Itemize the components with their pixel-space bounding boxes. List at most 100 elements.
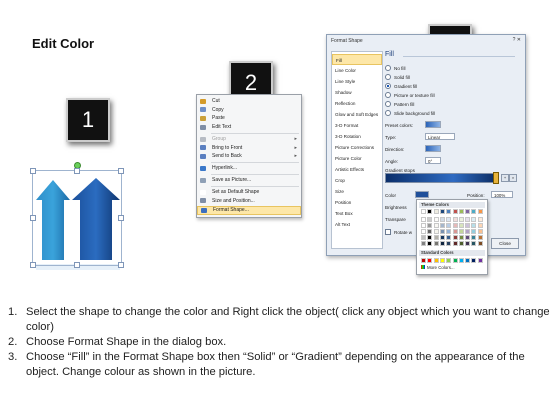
theme-color-swatch[interactable] xyxy=(458,223,464,228)
theme-color-swatch[interactable] xyxy=(452,209,458,214)
theme-color-swatch[interactable] xyxy=(439,223,445,228)
gradient-stop-handle[interactable] xyxy=(493,172,499,184)
theme-color-swatch[interactable] xyxy=(465,217,471,222)
resize-handle[interactable] xyxy=(74,168,80,174)
slide-background-fill-radio[interactable]: Slide background fill xyxy=(385,110,435,116)
theme-color-swatch[interactable] xyxy=(465,209,471,214)
position-input[interactable]: 100% xyxy=(491,191,513,198)
menu-item-paste[interactable]: Paste xyxy=(197,114,301,123)
theme-color-swatch[interactable] xyxy=(421,229,426,234)
resize-handle[interactable] xyxy=(30,215,36,221)
standard-color-swatch[interactable] xyxy=(421,258,426,263)
theme-color-swatch[interactable] xyxy=(452,217,458,222)
menu-item-size-position[interactable]: Size and Position... xyxy=(197,197,301,206)
menu-item-send-to-back[interactable]: Send to Back ▸ xyxy=(197,152,301,161)
theme-color-swatch[interactable] xyxy=(446,217,452,222)
theme-color-swatch[interactable] xyxy=(477,229,483,234)
standard-color-swatch[interactable] xyxy=(452,258,458,263)
pattern-fill-radio[interactable]: Pattern fill xyxy=(385,101,414,107)
theme-color-swatch[interactable] xyxy=(427,223,433,228)
solid-fill-radio[interactable]: Solid fill xyxy=(385,74,410,80)
theme-color-swatch[interactable] xyxy=(477,235,483,240)
standard-color-swatch[interactable] xyxy=(465,258,471,263)
category-size[interactable]: Size xyxy=(332,186,382,197)
resize-handle[interactable] xyxy=(30,262,36,268)
resize-handle[interactable] xyxy=(118,262,124,268)
theme-color-swatch[interactable] xyxy=(458,217,464,222)
theme-color-swatch[interactable] xyxy=(452,223,458,228)
color-picker-button[interactable] xyxy=(415,191,429,198)
remove-stop-icon[interactable]: × xyxy=(509,174,517,182)
theme-color-swatch[interactable] xyxy=(446,223,452,228)
theme-color-swatch[interactable] xyxy=(465,235,471,240)
more-colors-button[interactable]: More Colors... xyxy=(421,265,455,270)
menu-item-hyperlink[interactable]: Hyperlink... xyxy=(197,164,301,173)
theme-color-swatch[interactable] xyxy=(433,209,439,214)
theme-color-swatch[interactable] xyxy=(477,223,483,228)
theme-color-swatch[interactable] xyxy=(465,223,471,228)
theme-color-swatch[interactable] xyxy=(433,223,439,228)
theme-color-swatch[interactable] xyxy=(458,235,464,240)
theme-color-swatch[interactable] xyxy=(427,241,433,246)
theme-color-swatch[interactable] xyxy=(446,229,452,234)
theme-color-swatch[interactable] xyxy=(458,229,464,234)
category-3d-format[interactable]: 3-D Format xyxy=(332,120,382,131)
category-picture-corrections[interactable]: Picture Corrections xyxy=(332,142,382,153)
theme-color-swatch[interactable] xyxy=(446,235,452,240)
rotate-with-shape-checkbox[interactable]: Rotate w xyxy=(385,229,412,235)
category-position[interactable]: Position xyxy=(332,197,382,208)
theme-color-swatch[interactable] xyxy=(477,209,483,214)
theme-color-swatch[interactable] xyxy=(439,217,445,222)
theme-color-swatch[interactable] xyxy=(477,217,483,222)
menu-item-set-default-shape[interactable]: Set as Default Shape xyxy=(197,188,301,197)
theme-color-swatch[interactable] xyxy=(471,229,477,234)
standard-color-swatch[interactable] xyxy=(458,258,464,263)
theme-color-swatch[interactable] xyxy=(458,241,464,246)
gradient-stops-bar[interactable] xyxy=(385,173,499,183)
theme-color-swatch[interactable] xyxy=(458,209,464,214)
theme-color-swatch[interactable] xyxy=(452,229,458,234)
theme-color-swatch[interactable] xyxy=(421,223,426,228)
category-crop[interactable]: Crop xyxy=(332,175,382,186)
theme-color-swatch[interactable] xyxy=(421,241,426,246)
theme-color-swatch[interactable] xyxy=(439,235,445,240)
category-alt-text[interactable]: Alt Text xyxy=(332,219,382,230)
theme-color-swatch[interactable] xyxy=(446,209,452,214)
dialog-window-controls[interactable]: ? ✕ xyxy=(513,37,521,43)
standard-color-swatch[interactable] xyxy=(427,258,433,263)
theme-color-swatch[interactable] xyxy=(421,235,426,240)
standard-color-swatch[interactable] xyxy=(477,258,483,263)
picture-fill-radio[interactable]: Picture or texture fill xyxy=(385,92,435,98)
standard-color-swatch[interactable] xyxy=(446,258,452,263)
theme-color-swatch[interactable] xyxy=(427,229,433,234)
theme-color-swatch[interactable] xyxy=(465,229,471,234)
resize-handle[interactable] xyxy=(118,168,124,174)
theme-color-swatch[interactable] xyxy=(433,235,439,240)
category-line-style[interactable]: Line Style xyxy=(332,76,382,87)
gradient-fill-radio[interactable]: Gradient fill xyxy=(385,83,417,89)
theme-color-swatch[interactable] xyxy=(477,241,483,246)
close-button[interactable]: Close xyxy=(491,238,519,249)
theme-color-swatch[interactable] xyxy=(427,235,433,240)
theme-color-swatch[interactable] xyxy=(433,241,439,246)
category-text-box[interactable]: Text Box xyxy=(332,208,382,219)
theme-color-swatch[interactable] xyxy=(439,241,445,246)
menu-item-copy[interactable]: Copy xyxy=(197,106,301,115)
theme-color-swatch[interactable] xyxy=(471,241,477,246)
standard-color-swatch[interactable] xyxy=(471,258,477,263)
theme-color-swatch[interactable] xyxy=(421,217,426,222)
type-dropdown[interactable]: Linear xyxy=(425,133,455,140)
resize-handle[interactable] xyxy=(30,168,36,174)
category-shadow[interactable]: Shadow xyxy=(332,87,382,98)
theme-color-swatch[interactable] xyxy=(439,209,445,214)
theme-color-swatch[interactable] xyxy=(427,217,433,222)
theme-color-swatch[interactable] xyxy=(433,229,439,234)
standard-color-swatch[interactable] xyxy=(439,258,445,263)
theme-color-swatch[interactable] xyxy=(471,223,477,228)
theme-color-swatch[interactable] xyxy=(471,235,477,240)
category-picture-color[interactable]: Picture Color xyxy=(332,153,382,164)
direction-dropdown[interactable] xyxy=(425,145,441,152)
menu-item-save-as-picture[interactable]: Save as Picture... xyxy=(197,176,301,185)
theme-color-swatch[interactable] xyxy=(452,241,458,246)
add-stop-icon[interactable]: + xyxy=(501,174,509,182)
